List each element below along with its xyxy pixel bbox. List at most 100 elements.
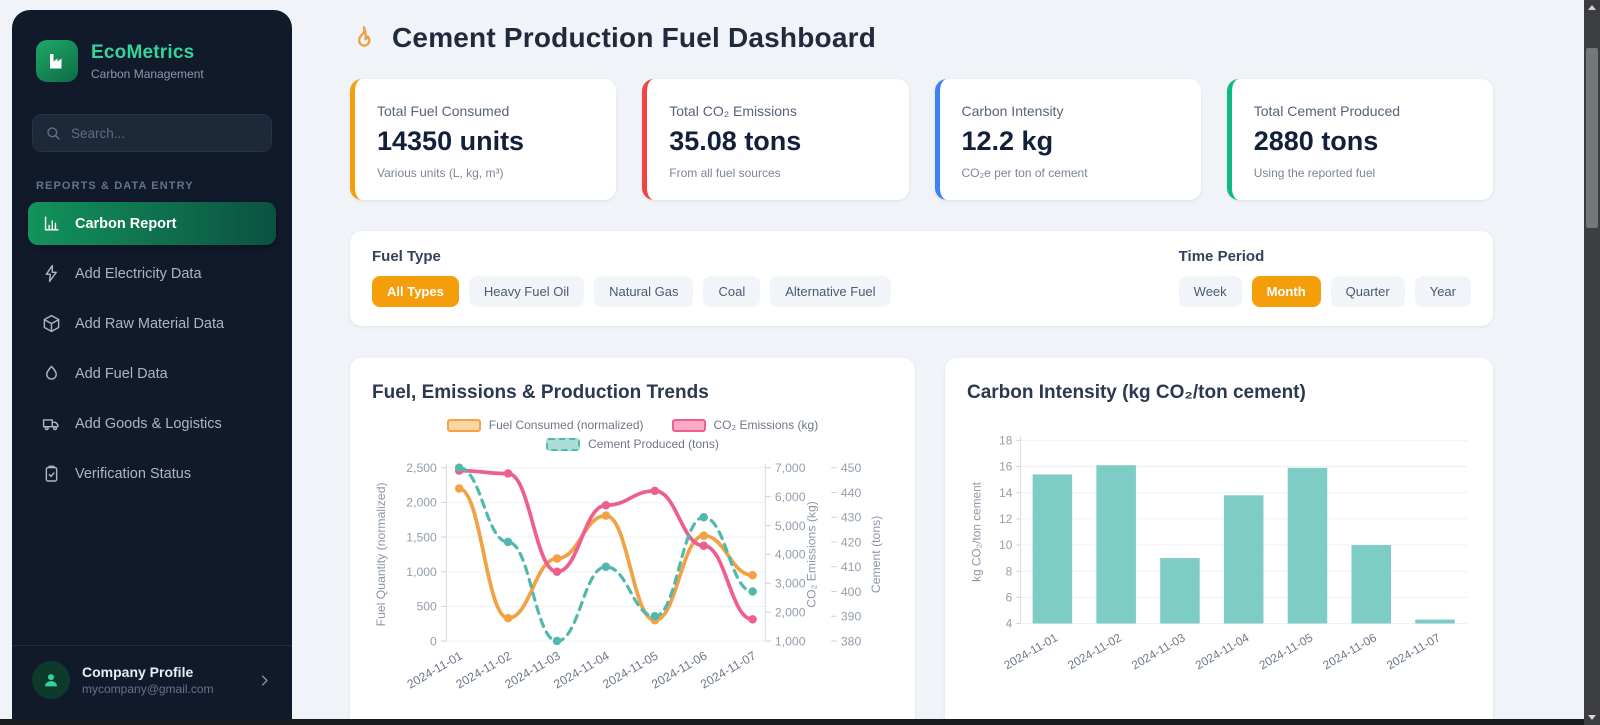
time_period-option-week[interactable]: Week: [1178, 276, 1242, 307]
svg-text:8: 8: [1006, 564, 1013, 578]
fuel_type-option-coal[interactable]: Coal: [703, 276, 761, 307]
time_period-option-year[interactable]: Year: [1414, 276, 1471, 307]
stat-value: 35.08 tons: [669, 126, 802, 156]
svg-text:18: 18: [999, 434, 1013, 448]
sidebar-item-label: Add Goods & Logistics: [75, 415, 222, 432]
sidebar-item-verification-status[interactable]: Verification Status: [28, 452, 276, 495]
sidebar-item-add-raw-material-data[interactable]: Add Raw Material Data: [28, 302, 276, 345]
time-period-filter: Time Period Week Month Quarter Year: [1178, 248, 1471, 307]
sidebar-item-label: Add Fuel Data: [75, 365, 168, 382]
svg-text:2024-11-06: 2024-11-06: [1320, 630, 1379, 672]
stat-sub: From all fuel sources: [669, 166, 781, 180]
svg-text:2,500: 2,500: [406, 461, 437, 475]
svg-text:1,000: 1,000: [775, 634, 806, 648]
stat-card-total-co-emissions: Total CO₂ Emissions 35.08 tons From all fu…: [642, 79, 909, 200]
sidebar-nav: Carbon Report Add Electricity Data Add Raw…: [12, 202, 292, 495]
fuel_type-option-natural-gas[interactable]: Natural Gas: [594, 276, 694, 307]
stat-card-total-cement-produced: Total Cement Produced 2880 tons Using the …: [1226, 79, 1493, 200]
legend-label: Cement Produced (tons): [588, 437, 719, 451]
factory-logo-icon: [36, 40, 78, 82]
stat-value: 12.2 kg: [961, 126, 1054, 156]
time-period-pills: Week Month Quarter Year: [1178, 276, 1471, 307]
sidebar-item-add-fuel-data[interactable]: Add Fuel Data: [28, 352, 276, 395]
brand: EcoMetrics Carbon Management: [12, 10, 292, 82]
scrollbar-down-button[interactable]: [1584, 710, 1600, 725]
scrollbar-up-button[interactable]: [1584, 0, 1600, 15]
stats-row: Total Fuel Consumed 14350 units Various un…: [350, 79, 1493, 200]
search-box[interactable]: [32, 114, 272, 152]
svg-text:390: 390: [841, 610, 862, 624]
legend-swatch: [546, 437, 581, 451]
bar-chart-card: Carbon Intensity (kg CO₂/ton cement) 4 6 8…: [944, 358, 1493, 719]
app-name: EcoMetrics: [91, 41, 195, 63]
profile-name: Company Profile: [82, 664, 194, 680]
fuel_type-option-alternative-fuel[interactable]: Alternative Fuel: [770, 276, 891, 307]
stat-value: 14350 units: [377, 126, 525, 156]
sidebar-item-add-electricity-data[interactable]: Add Electricity Data: [28, 252, 276, 295]
svg-text:2,000: 2,000: [406, 496, 437, 510]
svg-text:450: 450: [841, 461, 862, 475]
main-content: Cement Production Fuel Dashboard Total F…: [292, 0, 1584, 719]
svg-text:6: 6: [1006, 590, 1013, 604]
svg-text:3,000: 3,000: [775, 577, 806, 591]
scroll-down-icon: [1588, 715, 1596, 720]
sidebar-item-label: Add Raw Material Data: [75, 315, 225, 332]
scrollbar-thumb[interactable]: [1586, 48, 1598, 228]
svg-text:500: 500: [416, 600, 437, 614]
svg-text:12: 12: [999, 512, 1012, 526]
svg-text:2024-11-07: 2024-11-07: [698, 648, 759, 691]
sidebar-item-carbon-report[interactable]: Carbon Report: [28, 202, 276, 245]
stat-value: 2880 tons: [1253, 126, 1379, 156]
legend-item-fuel-consumed-normalized[interactable]: Fuel Consumed (normalized): [446, 418, 644, 432]
legend-label: Fuel Consumed (normalized): [488, 418, 644, 432]
search-input[interactable]: [71, 125, 259, 141]
legend-swatch: [671, 418, 706, 432]
svg-text:2024-11-07: 2024-11-07: [1384, 630, 1443, 672]
svg-text:4,000: 4,000: [775, 548, 806, 562]
fuel-type-label: Fuel Type: [372, 248, 441, 265]
stat-sub: CO₂e per ton of cement: [961, 166, 1088, 180]
svg-text:2024-11-05: 2024-11-05: [1257, 630, 1316, 672]
sidebar-item-label: Verification Status: [75, 465, 192, 482]
time_period-option-month[interactable]: Month: [1251, 276, 1321, 307]
stat-label: Total Cement Produced: [1253, 103, 1401, 119]
window-bottom-edge: [0, 719, 1600, 725]
sidebar-item-label: Carbon Report: [75, 215, 177, 232]
svg-text:16: 16: [999, 460, 1013, 474]
filter-bar: Fuel Type All Types Heavy Fuel Oil Natural…: [350, 231, 1493, 326]
avatar: [32, 661, 70, 699]
svg-text:Fuel Quantity (normalized): Fuel Quantity (normalized): [374, 482, 388, 626]
svg-text:430: 430: [841, 511, 862, 525]
line-chart-card: Fuel, Emissions & Production Trends Fuel…: [350, 358, 915, 719]
line-chart: 0 500 1,000 1,500 2,000 2,500 1,000 2,000 3,000 4…: [374, 461, 883, 691]
clipboard-check-icon: [42, 464, 61, 483]
vertical-scrollbar[interactable]: [1584, 0, 1600, 725]
svg-text:2024-11-02: 2024-11-02: [1065, 630, 1124, 672]
svg-text:420: 420: [841, 535, 862, 549]
legend-label: CO₂ Emissions (kg): [713, 418, 819, 432]
company-profile-button[interactable]: Company Profile mycompany@gmail.com: [32, 661, 272, 699]
fuel_type-option-heavy-fuel-oil[interactable]: Heavy Fuel Oil: [468, 276, 585, 307]
sidebar-item-add-goods-logistics[interactable]: Add Goods & Logistics: [28, 402, 276, 445]
svg-text:2,000: 2,000: [775, 605, 806, 619]
svg-text:1,000: 1,000: [406, 565, 437, 579]
bar-chart-title: Carbon Intensity (kg CO₂/ton cement): [966, 382, 1306, 403]
svg-text:Cement (tons): Cement (tons): [869, 516, 883, 593]
lightning-icon: [42, 264, 61, 283]
svg-text:410: 410: [841, 560, 862, 574]
stat-label: Total Fuel Consumed: [377, 103, 510, 119]
fuel_type-option-all-types[interactable]: All Types: [372, 276, 459, 307]
time-period-label: Time Period: [1178, 248, 1265, 265]
svg-text:2024-11-04: 2024-11-04: [1193, 630, 1252, 672]
legend-item-cement-produced-tons[interactable]: Cement Produced (tons): [546, 437, 719, 451]
stat-sub: Using the reported fuel: [1253, 166, 1376, 180]
search-icon: [45, 125, 61, 141]
legend-item-co-emissions-kg[interactable]: CO₂ Emissions (kg): [671, 418, 819, 432]
svg-text:2024-11-03: 2024-11-03: [1129, 630, 1188, 672]
charts-row: Fuel, Emissions & Production Trends Fuel…: [350, 358, 1493, 719]
sidebar-footer: Company Profile mycompany@gmail.com: [12, 645, 292, 719]
chevron-right-icon: [257, 673, 272, 688]
legend-swatch: [446, 418, 481, 432]
time_period-option-quarter[interactable]: Quarter: [1330, 276, 1405, 307]
svg-text:10: 10: [999, 538, 1013, 552]
